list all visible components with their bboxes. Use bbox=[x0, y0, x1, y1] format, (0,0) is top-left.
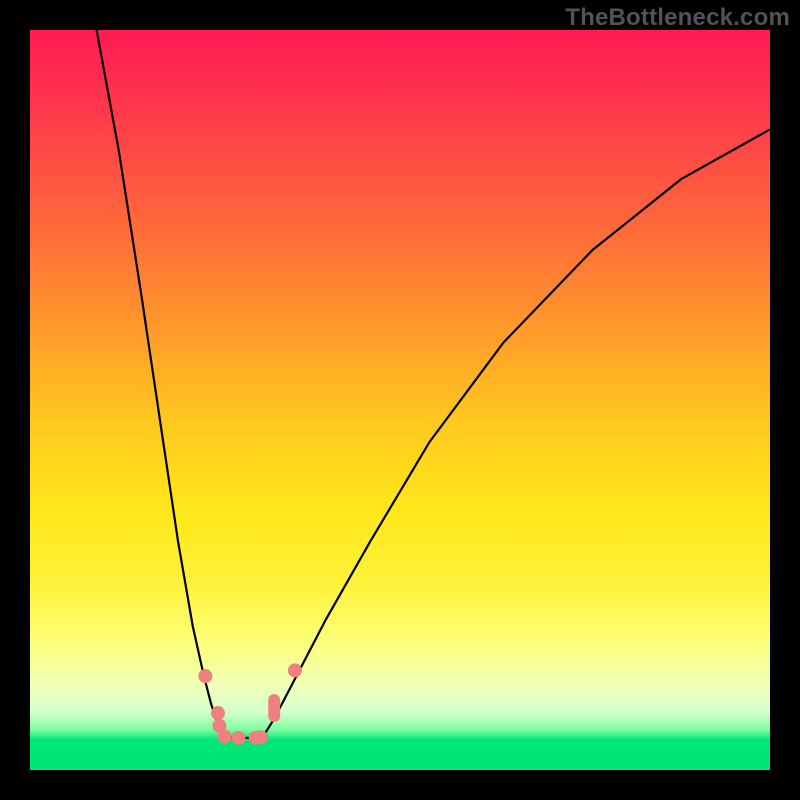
data-marker bbox=[211, 706, 225, 720]
chart-frame: TheBottleneck.com bbox=[0, 0, 800, 800]
plot-area bbox=[30, 30, 770, 770]
data-marker bbox=[254, 730, 268, 744]
data-marker bbox=[198, 669, 212, 683]
bottleneck-curve bbox=[30, 30, 770, 770]
attribution-label: TheBottleneck.com bbox=[565, 4, 790, 32]
data-marker bbox=[288, 663, 302, 677]
curve-path bbox=[97, 30, 770, 738]
data-markers bbox=[198, 663, 302, 744]
data-marker bbox=[218, 729, 232, 743]
data-marker bbox=[268, 694, 280, 722]
data-marker bbox=[232, 731, 246, 745]
